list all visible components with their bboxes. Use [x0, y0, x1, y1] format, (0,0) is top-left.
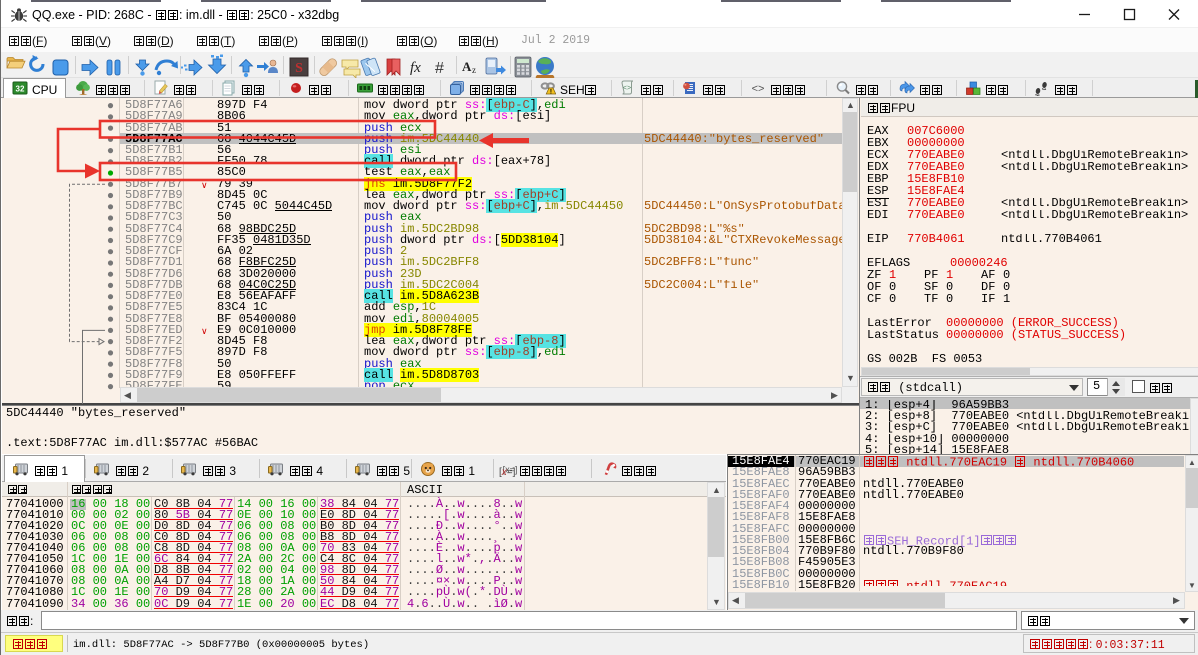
svg-text:fx: fx: [410, 60, 421, 76]
svg-text:<>: <>: [623, 85, 631, 93]
svg-text:32: 32: [16, 85, 25, 94]
svg-text:z: z: [472, 65, 476, 75]
svg-text:!: !: [550, 88, 552, 95]
svg-text:<>: <>: [752, 83, 765, 95]
svg-text:S: S: [295, 61, 303, 76]
svg-text:A: A: [462, 59, 472, 74]
svg-text:#: #: [435, 60, 444, 77]
